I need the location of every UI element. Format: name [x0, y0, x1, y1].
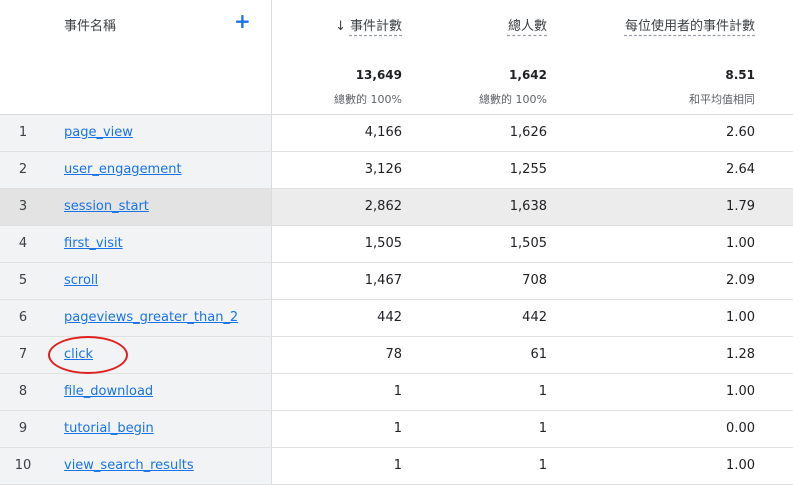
row-index: 5: [18, 273, 28, 288]
events-per-user-cell: 2.60: [726, 125, 755, 140]
event-count-cell: 442: [377, 310, 402, 325]
total-users-sub: 總數的 100%: [479, 93, 547, 106]
event-name-link[interactable]: view_search_results: [64, 458, 194, 473]
row-index: 2: [18, 162, 28, 177]
table-row[interactable]: 2 user_engagement 3,126 1,255 2.64: [0, 152, 793, 189]
event-name-link[interactable]: first_visit: [64, 236, 123, 251]
total-event-count: 13,649: [355, 68, 402, 82]
total-users-cell: 1: [538, 421, 547, 436]
event-name-link[interactable]: page_view: [64, 125, 133, 140]
table-header: 事件名稱 + ↓ 事件計數 總人數 每位使用者的事件計數 13,649 1,642…: [0, 0, 793, 115]
total-users-cell: 1: [538, 458, 547, 473]
table-row[interactable]: 8 file_download 1 1 1.00: [0, 374, 793, 411]
column-label: 事件計數: [349, 19, 402, 34]
row-index: 8: [18, 384, 28, 399]
total-events-per-user: 8.51: [725, 68, 755, 82]
events-per-user-cell: 1.00: [726, 458, 755, 473]
column-header-events-per-user[interactable]: 每位使用者的事件計數: [625, 15, 755, 34]
row-index: 7: [18, 347, 28, 362]
total-users-cell: 1: [538, 384, 547, 399]
table-row[interactable]: 6 pageviews_greater_than_2 442 442 1.00: [0, 300, 793, 337]
total-events-per-user-sub: 和平均值相同: [689, 93, 755, 106]
events-per-user-cell: 1.00: [726, 310, 755, 325]
events-per-user-cell: 0.00: [726, 421, 755, 436]
table-row[interactable]: 5 scroll 1,467 708 2.09: [0, 263, 793, 300]
events-per-user-cell: 2.09: [726, 273, 755, 288]
table-row[interactable]: 3 session_start 2,862 1,638 1.79: [0, 189, 793, 226]
total-users-cell: 708: [522, 273, 547, 288]
table-row[interactable]: 7 click 78 61 1.28: [0, 337, 793, 374]
add-dimension-button[interactable]: +: [234, 11, 251, 31]
event-name-link[interactable]: tutorial_begin: [64, 421, 154, 436]
events-per-user-cell: 1.00: [726, 236, 755, 251]
row-index: 10: [14, 458, 32, 473]
total-event-count-sub: 總數的 100%: [334, 93, 402, 106]
total-users-cell: 1,626: [509, 125, 547, 140]
row-index: 9: [18, 421, 28, 436]
total-users: 1,642: [509, 68, 547, 82]
total-users-cell: 1,505: [509, 236, 547, 251]
sort-descending-icon: ↓: [335, 19, 346, 34]
events-per-user-cell: 1.28: [726, 347, 755, 362]
event-count-cell: 78: [385, 347, 402, 362]
events-per-user-cell: 1.79: [726, 199, 755, 214]
event-name-link[interactable]: file_download: [64, 384, 153, 399]
event-name-link[interactable]: scroll: [64, 273, 98, 288]
events-table: 事件名稱 + ↓ 事件計數 總人數 每位使用者的事件計數 13,649 1,642…: [0, 0, 793, 485]
events-per-user-cell: 2.64: [726, 162, 755, 177]
row-index: 3: [18, 199, 28, 214]
events-per-user-cell: 1.00: [726, 384, 755, 399]
table-row[interactable]: 4 first_visit 1,505 1,505 1.00: [0, 226, 793, 263]
total-users-cell: 442: [522, 310, 547, 325]
total-users-cell: 61: [530, 347, 547, 362]
event-name-link[interactable]: click: [64, 347, 93, 362]
column-header-event-count[interactable]: ↓ 事件計數: [335, 15, 402, 34]
event-name-link[interactable]: user_engagement: [64, 162, 182, 177]
event-count-cell: 1,467: [364, 273, 402, 288]
table-row[interactable]: 10 view_search_results 1 1 1.00: [0, 448, 793, 485]
column-header-total-users[interactable]: 總人數: [508, 15, 547, 34]
table-row[interactable]: 1 page_view 4,166 1,626 2.60: [0, 115, 793, 152]
column-label: 每位使用者的事件計數: [624, 19, 755, 34]
total-users-cell: 1,255: [509, 162, 547, 177]
event-name-link[interactable]: session_start: [64, 199, 149, 214]
event-count-cell: 1: [393, 421, 402, 436]
event-count-cell: 1,505: [364, 236, 402, 251]
column-label: 總人數: [507, 19, 547, 34]
row-index: 6: [18, 310, 28, 325]
event-name-link[interactable]: pageviews_greater_than_2: [64, 310, 238, 325]
dimension-label[interactable]: 事件名稱: [64, 15, 116, 34]
event-count-cell: 1: [393, 384, 402, 399]
total-users-cell: 1,638: [509, 199, 547, 214]
event-count-cell: 4,166: [364, 125, 402, 140]
table-row[interactable]: 9 tutorial_begin 1 1 0.00: [0, 411, 793, 448]
event-count-cell: 2,862: [364, 199, 402, 214]
event-count-cell: 1: [393, 458, 402, 473]
row-index: 1: [18, 125, 28, 140]
dimension-header: 事件名稱 +: [0, 0, 272, 114]
row-index: 4: [18, 236, 28, 251]
event-count-cell: 3,126: [364, 162, 402, 177]
